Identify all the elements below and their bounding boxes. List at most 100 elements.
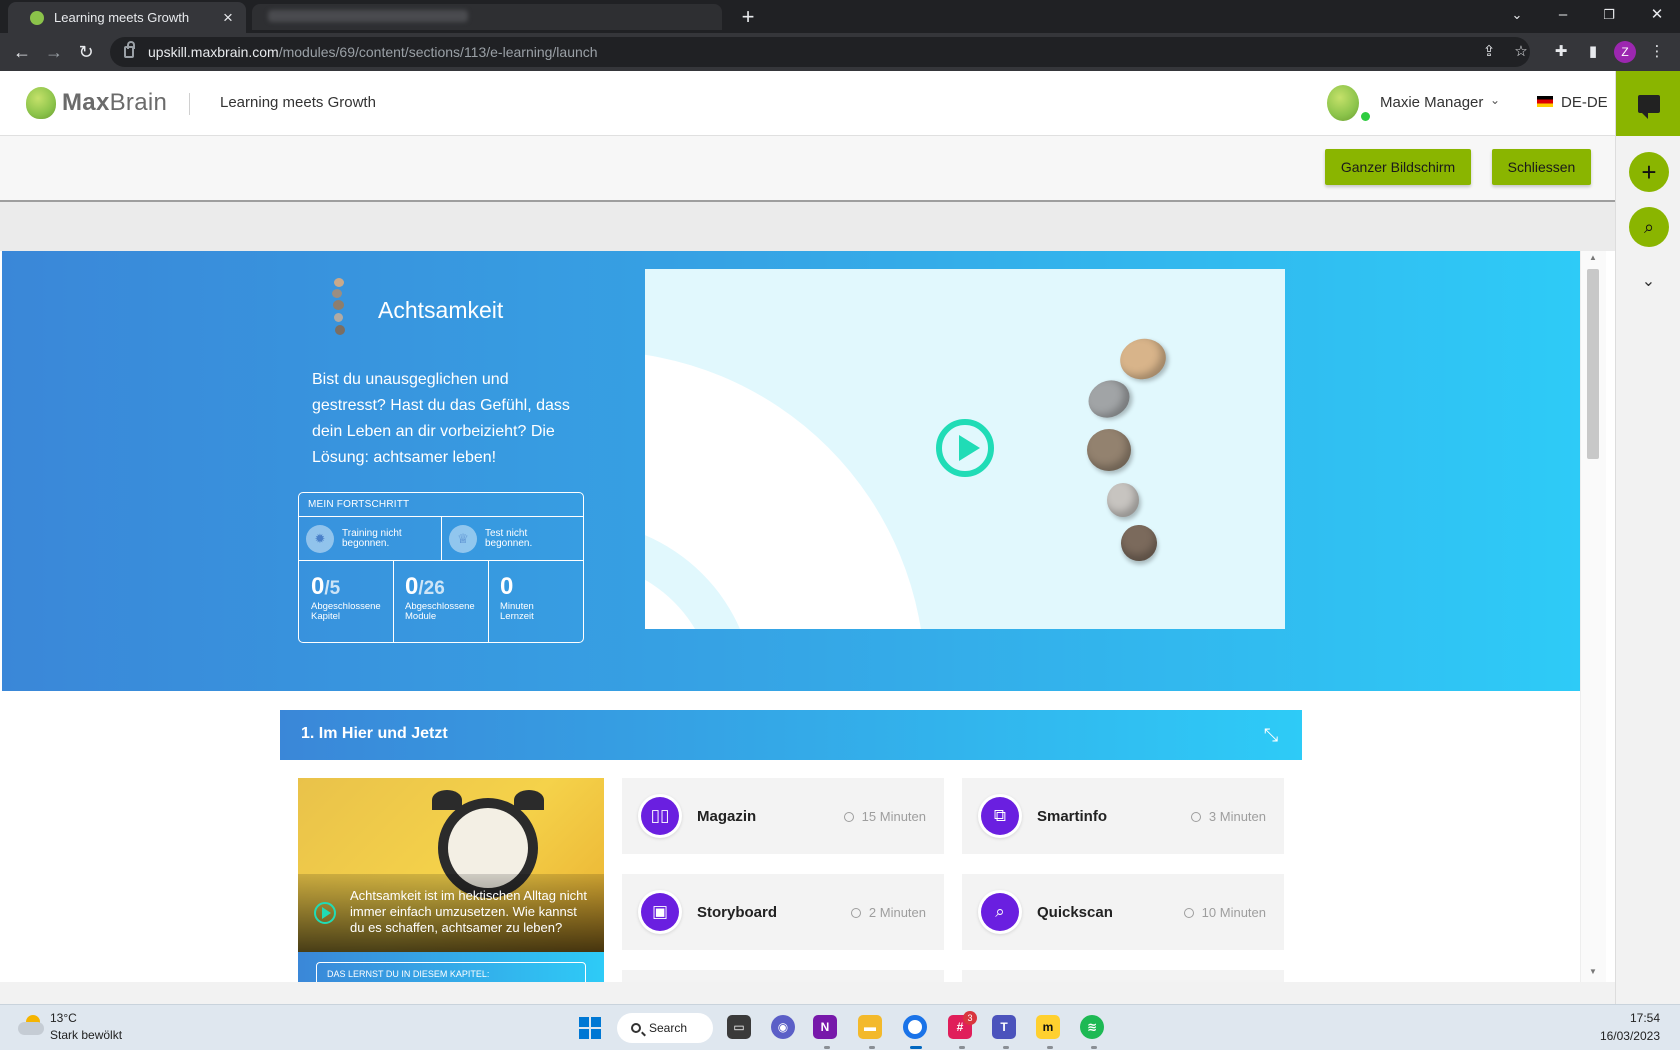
stone-image bbox=[1107, 483, 1139, 517]
running-indicator bbox=[824, 1046, 830, 1049]
learn-box[interactable]: DAS LERNST DU IN DIESEM KAPITEL: bbox=[316, 962, 586, 982]
tab-search-chevron-icon[interactable]: ⌄ bbox=[1494, 0, 1540, 33]
module-name: Smartinfo bbox=[1037, 808, 1108, 825]
teams-chat-icon[interactable]: ◉ bbox=[771, 1015, 795, 1039]
chapter-header[interactable]: 1. Im Hier und Jetzt ⤡ bbox=[280, 710, 1302, 760]
minimize-button[interactable]: – bbox=[1540, 0, 1586, 33]
reload-icon[interactable]: ↻ bbox=[72, 38, 100, 66]
running-indicator bbox=[1047, 1046, 1053, 1049]
module-name: Storyboard bbox=[697, 904, 778, 921]
extensions-puzzle-icon[interactable]: ✚ bbox=[1550, 41, 1572, 63]
fullscreen-button[interactable]: Ganzer Bildschirm bbox=[1325, 149, 1471, 185]
chapters-total: /5 bbox=[324, 578, 341, 599]
search-button[interactable]: ⌕ bbox=[1629, 207, 1669, 247]
chevron-down-icon[interactable]: ⌄ bbox=[1490, 93, 1500, 107]
browser-tab-blurred[interactable] bbox=[252, 4, 722, 30]
stone-image bbox=[1082, 373, 1136, 425]
chapters-label: Abgeschlossene Kapitel bbox=[311, 601, 381, 622]
bookmark-star-icon[interactable]: ☆ bbox=[1510, 41, 1532, 63]
address-bar[interactable]: upskill.maxbrain.com/modules/69/content/… bbox=[110, 37, 1530, 67]
divider bbox=[488, 561, 489, 643]
user-avatar[interactable] bbox=[1327, 85, 1359, 121]
weather-temperature[interactable]: 13°C bbox=[50, 1011, 77, 1025]
intro-video[interactable] bbox=[645, 269, 1285, 629]
weather-description[interactable]: Stark bewölkt bbox=[50, 1028, 122, 1042]
windows-start-icon[interactable] bbox=[579, 1017, 601, 1039]
module-name: Magazin bbox=[697, 808, 757, 825]
chat-bubble-icon bbox=[1637, 94, 1660, 119]
chevron-down-icon[interactable]: ⌄ bbox=[1616, 271, 1680, 291]
weather-cloudy-icon[interactable] bbox=[18, 1015, 44, 1035]
chapter-teaser[interactable]: Achtsamkeit ist im hektischen Alltag nic… bbox=[298, 778, 604, 982]
close-button[interactable]: Schliessen bbox=[1492, 149, 1591, 185]
module-icon: ▣ bbox=[638, 890, 682, 934]
module-card-magazin[interactable]: ▯▯ Magazin 15 Minuten bbox=[622, 778, 944, 854]
book-icon: ▯▯ bbox=[641, 797, 679, 835]
scroll-down-icon[interactable]: ▼ bbox=[1587, 967, 1599, 976]
share-icon[interactable]: ⇪ bbox=[1478, 41, 1500, 63]
module-card-storyboard[interactable]: ▣ Storyboard 2 Minuten bbox=[622, 874, 944, 950]
course-description: Bist du unausgeglichen und gestresst? Ha… bbox=[312, 371, 570, 466]
collapse-icon[interactable]: ⤡ bbox=[1260, 724, 1282, 746]
training-status-label: Training nicht begonnen. bbox=[342, 528, 402, 549]
scroll-thumb[interactable] bbox=[1587, 269, 1599, 459]
module-icon: ⧉ bbox=[978, 794, 1022, 838]
browser-toolbar: ← → ↻ upskill.maxbrain.com/modules/69/co… bbox=[0, 33, 1680, 71]
slack-notification-badge: 3 bbox=[963, 1011, 977, 1025]
chat-button[interactable] bbox=[1616, 71, 1680, 136]
module-time: 3 Minuten bbox=[1208, 809, 1266, 824]
add-button[interactable]: + bbox=[1629, 152, 1669, 192]
window-close-button[interactable]: ✕ bbox=[1634, 0, 1680, 33]
browser-tab-active[interactable]: Learning meets Growth × bbox=[8, 2, 246, 33]
system-date[interactable]: 16/03/2023 bbox=[1580, 1029, 1660, 1043]
running-indicator bbox=[1003, 1046, 1009, 1049]
new-tab-button[interactable]: + bbox=[735, 5, 761, 29]
scroll-up-icon[interactable]: ▲ bbox=[1587, 253, 1599, 262]
minutes-label: Minuten Lernzeit bbox=[500, 601, 534, 622]
play-icon[interactable] bbox=[936, 419, 994, 477]
side-panel-icon[interactable]: ▮ bbox=[1582, 41, 1604, 63]
system-time[interactable]: 17:54 bbox=[1580, 1011, 1660, 1025]
clock-icon bbox=[850, 907, 861, 918]
user-menu-name[interactable]: Maxie Manager bbox=[1380, 94, 1483, 111]
elearning-frame: Achtsamkeit Bist du unausgeglichen und g… bbox=[2, 251, 1580, 982]
language-selector[interactable]: DE-DE bbox=[1561, 94, 1608, 111]
tab-close-icon[interactable]: × bbox=[220, 8, 236, 28]
url-text: upskill.maxbrain.com/modules/69/content/… bbox=[148, 44, 598, 60]
frame-scrollbar[interactable]: ▲ ▼ bbox=[1580, 251, 1606, 982]
german-flag-icon[interactable] bbox=[1537, 96, 1553, 107]
maxbrain-logo[interactable]: MaxBrain bbox=[26, 87, 167, 119]
lock-icon bbox=[124, 41, 135, 58]
clock-icon bbox=[843, 811, 854, 822]
profile-avatar[interactable]: Z bbox=[1614, 41, 1636, 63]
module-time: 2 Minuten bbox=[868, 905, 926, 920]
chapters-done: 0 bbox=[311, 573, 325, 600]
module-icon: ▯▯ bbox=[638, 794, 682, 838]
play-icon[interactable] bbox=[314, 902, 336, 924]
module-card-partial[interactable] bbox=[622, 970, 944, 982]
app-header: MaxBrain Learning meets Growth Maxie Man… bbox=[0, 71, 1615, 136]
stone-image bbox=[1115, 519, 1163, 567]
stone-image bbox=[1087, 429, 1131, 471]
test-status: ♕ Test nicht begonnen. bbox=[442, 517, 584, 561]
module-card-quickscan[interactable]: ⌕ Quickscan 10 Minuten bbox=[962, 874, 1284, 950]
module-card-smartinfo[interactable]: ⧉ Smartinfo 3 Minuten bbox=[962, 778, 1284, 854]
miro-icon[interactable]: m bbox=[1036, 1015, 1060, 1039]
stat-modules: 0/26 Abgeschlossene Module bbox=[405, 573, 485, 622]
restore-button[interactable]: ❐ bbox=[1586, 0, 1632, 33]
task-view-icon[interactable]: ▭ bbox=[727, 1015, 751, 1039]
browser-menu-icon[interactable]: ⋮ bbox=[1646, 41, 1668, 63]
teams-icon[interactable]: T bbox=[992, 1015, 1016, 1039]
onenote-icon[interactable]: N bbox=[813, 1015, 837, 1039]
back-arrow-icon[interactable]: ← bbox=[8, 38, 36, 66]
chrome-icon[interactable] bbox=[903, 1015, 927, 1039]
forward-arrow-icon[interactable]: → bbox=[40, 38, 68, 66]
spotify-icon[interactable]: ≋ bbox=[1080, 1015, 1104, 1039]
module-card-partial[interactable] bbox=[962, 970, 1284, 982]
clock-bell bbox=[432, 790, 462, 810]
taskbar-search[interactable]: Search bbox=[617, 1013, 713, 1043]
online-status-dot bbox=[1361, 112, 1370, 121]
hero-banner: Achtsamkeit Bist du unausgeglichen und g… bbox=[2, 251, 1580, 691]
progress-status-row: ✹ Training nicht begonnen. ♕ Test nicht … bbox=[299, 517, 583, 561]
file-explorer-icon[interactable]: ▬ bbox=[858, 1015, 882, 1039]
